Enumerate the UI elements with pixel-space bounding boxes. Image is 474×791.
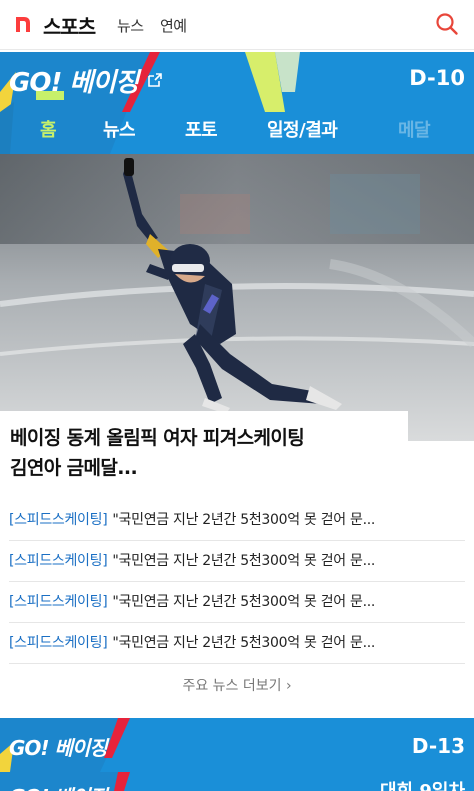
- dday-counter: D-10: [409, 66, 465, 90]
- headline-card[interactable]: 베이징 동계 올림픽 여자 피겨스케이팅 김연아 금메달...: [0, 411, 408, 493]
- tab-photo[interactable]: 포토: [185, 116, 218, 142]
- headline-line-1: 베이징 동계 올림픽 여자 피겨스케이팅: [10, 427, 305, 449]
- list-item[interactable]: [스피드스케이팅] "국민연금 지난 2년간 5천300억 못 걷어 문...: [9, 623, 465, 664]
- nav-news-link[interactable]: 뉴스: [117, 15, 144, 36]
- news-category-tag: [스피드스케이팅]: [9, 512, 108, 528]
- competition-day-label: 대회 9일차: [380, 777, 465, 791]
- dday-counter: D-13: [411, 734, 465, 758]
- news-category-tag: [스피드스케이팅]: [9, 594, 108, 610]
- share-icon[interactable]: [146, 71, 164, 89]
- section-title[interactable]: 스포츠: [43, 11, 96, 40]
- news-title: "국민연금 지난 2년간 5천300억 못 걷어 문...: [112, 594, 376, 610]
- tab-news[interactable]: 뉴스: [103, 116, 136, 142]
- headline-line-2: 김연아 금메달...: [10, 457, 138, 479]
- more-news-link[interactable]: 주요 뉴스 더보기 ›: [0, 675, 474, 695]
- news-title: "국민연금 지난 2년간 5천300억 못 걷어 문...: [112, 635, 376, 651]
- active-tab-indicator: [36, 91, 64, 100]
- tab-medals[interactable]: 메달: [398, 116, 431, 142]
- chevron-right-icon: ›: [285, 678, 292, 694]
- top-navigation-bar: 스포츠 뉴스 연예: [0, 0, 474, 50]
- nav-entertainment-link[interactable]: 연예: [160, 15, 187, 36]
- speed-skater-photo: [0, 154, 474, 441]
- news-category-tag: [스피드스케이팅]: [9, 635, 108, 651]
- tab-schedule-results[interactable]: 일정/결과: [267, 116, 338, 142]
- tab-home[interactable]: 홈: [40, 116, 57, 142]
- list-item[interactable]: [스피드스케이팅] "국민연금 지난 2년간 5천300억 못 걷어 문...: [9, 500, 465, 541]
- news-title: "국민연금 지난 2년간 5천300억 못 걷어 문...: [112, 553, 376, 569]
- news-category-tag: [스피드스케이팅]: [9, 553, 108, 569]
- banner-tabs: 홈 뉴스 포토 일정/결과 메달: [0, 116, 474, 152]
- olympics-banner-tertiary[interactable]: GO! 베이징 대회 9일차: [0, 772, 474, 791]
- hero-photo[interactable]: [0, 154, 474, 441]
- go-beijing-logo: GO! 베이징: [9, 736, 108, 760]
- olympics-banner: GO! 베이징 D-10 홈 뉴스 포토 일정/결과 메달: [0, 52, 474, 154]
- go-beijing-logo[interactable]: GO! 베이징: [9, 62, 139, 99]
- list-item[interactable]: [스피드스케이팅] "국민연금 지난 2년간 5천300억 못 걷어 문...: [9, 541, 465, 582]
- list-item[interactable]: [스피드스케이팅] "국민연금 지난 2년간 5천300억 못 걷어 문...: [9, 582, 465, 623]
- go-beijing-logo: GO! 베이징: [9, 781, 108, 791]
- more-news-label: 주요 뉴스 더보기: [182, 678, 282, 694]
- news-list: [스피드스케이팅] "국민연금 지난 2년간 5천300억 못 걷어 문... […: [9, 500, 465, 664]
- search-icon[interactable]: [434, 11, 460, 37]
- olympics-banner-secondary[interactable]: GO! 베이징 D-13: [0, 718, 474, 772]
- naver-n-logo-icon[interactable]: [14, 14, 34, 34]
- news-title: "국민연금 지난 2년간 5천300억 못 걷어 문...: [112, 512, 376, 528]
